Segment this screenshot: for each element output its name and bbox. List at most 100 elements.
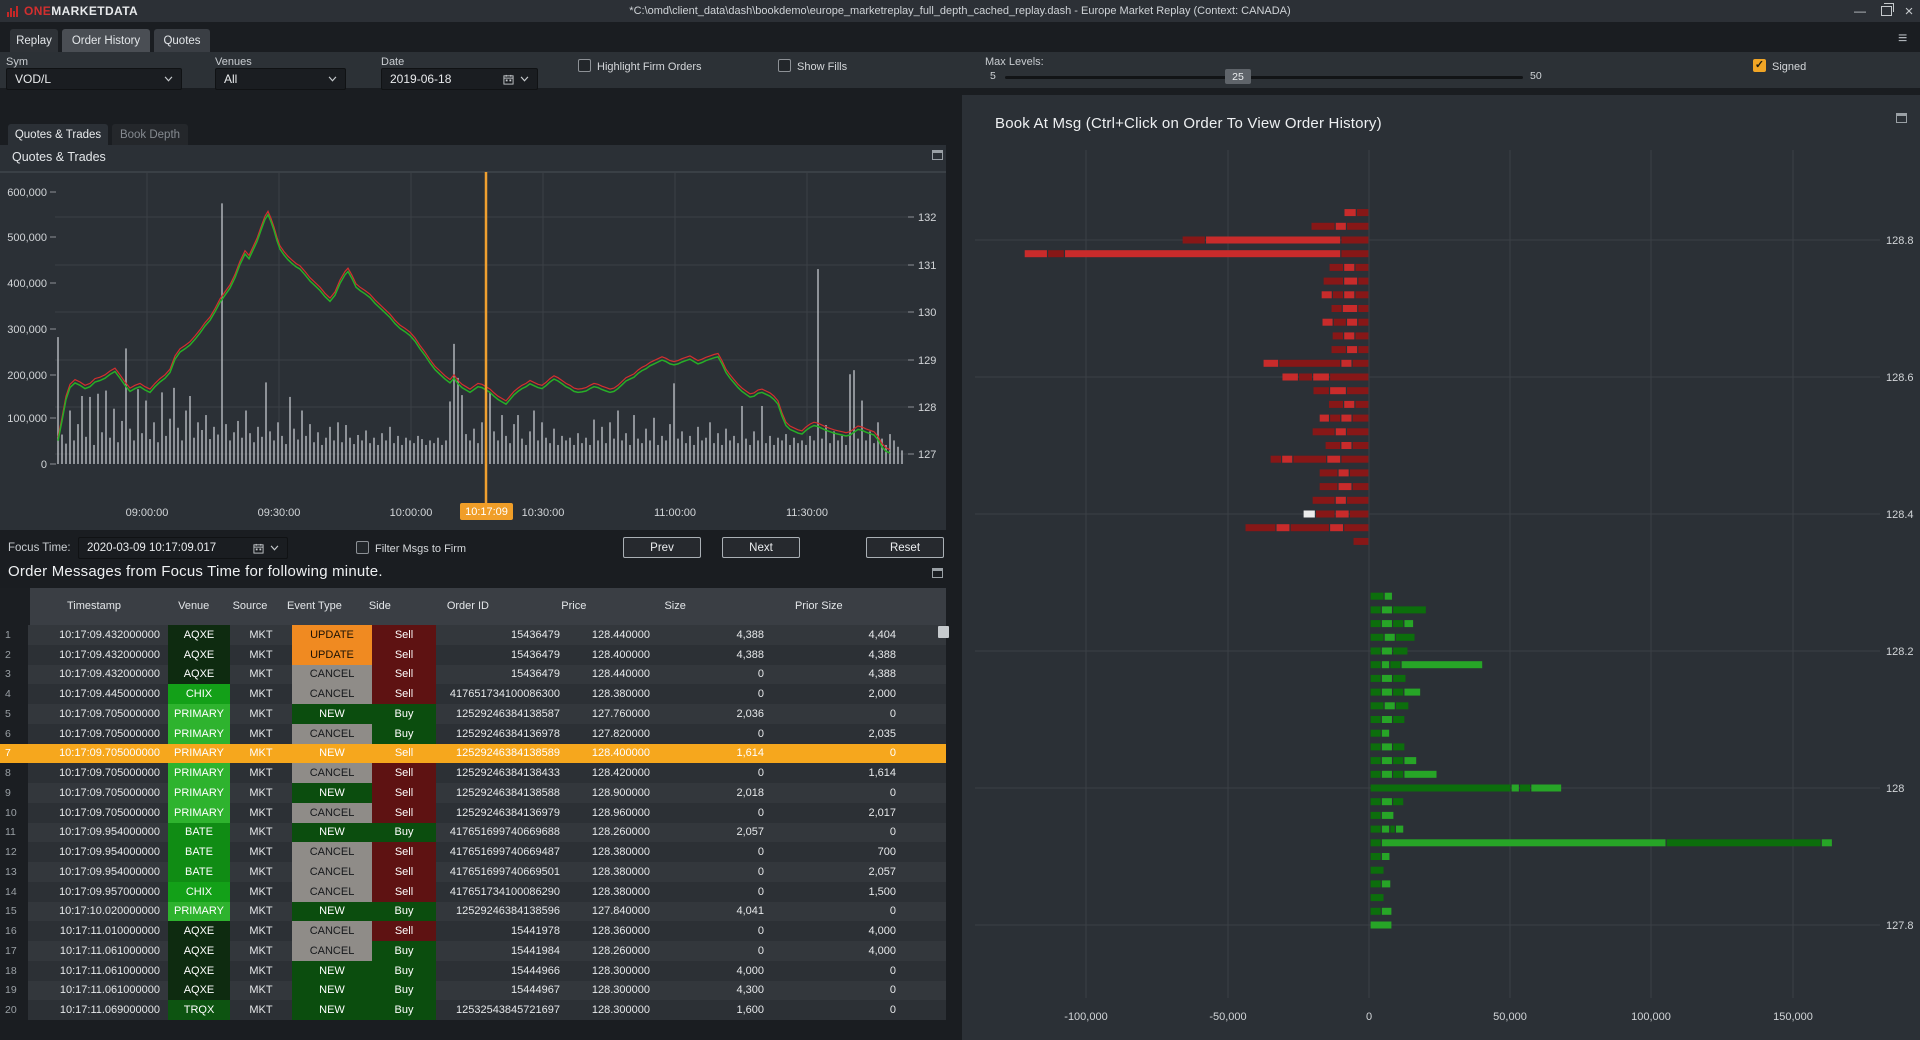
buy-order-segment[interactable] xyxy=(1371,620,1381,627)
col-header[interactable]: Price xyxy=(533,588,621,625)
buy-order-segment[interactable] xyxy=(1393,716,1404,723)
sell-order-segment[interactable] xyxy=(1344,291,1354,298)
sell-order-segment[interactable] xyxy=(1341,415,1351,422)
buy-order-segment[interactable] xyxy=(1382,812,1393,819)
restore-button[interactable] xyxy=(1875,0,1897,22)
buy-order-segment[interactable] xyxy=(1402,661,1483,668)
sell-order-segment[interactable] xyxy=(1025,250,1047,257)
buy-order-segment[interactable] xyxy=(1371,908,1381,915)
sell-order-segment[interactable] xyxy=(1048,250,1064,257)
sell-order-segment[interactable] xyxy=(1320,469,1338,476)
buy-order-segment[interactable] xyxy=(1371,853,1381,860)
buy-order-segment[interactable] xyxy=(1393,620,1403,627)
sell-order-segment[interactable] xyxy=(1183,237,1205,244)
buy-order-segment[interactable] xyxy=(1393,606,1426,613)
col-header[interactable]: Side xyxy=(351,588,409,625)
sell-order-segment[interactable] xyxy=(1341,360,1351,367)
buy-order-segment[interactable] xyxy=(1371,743,1381,750)
sell-order-segment[interactable] xyxy=(1282,374,1297,381)
buy-order-segment[interactable] xyxy=(1404,757,1416,764)
buy-order-segment[interactable] xyxy=(1382,826,1389,833)
table-row[interactable]: 2010:17:11.069000000TRQXMKTNEWBuy1253254… xyxy=(0,1000,946,1020)
buy-order-segment[interactable] xyxy=(1385,634,1395,641)
buy-order-segment[interactable] xyxy=(1371,730,1381,737)
buy-order-segment[interactable] xyxy=(1382,606,1392,613)
sell-order-segment[interactable] xyxy=(1353,442,1369,449)
tab-order-history[interactable]: Order History xyxy=(62,29,150,52)
buy-order-segment[interactable] xyxy=(1393,771,1403,778)
table-row[interactable]: 1510:17:10.020000000PRIMARYMKTNEWBuy1252… xyxy=(0,902,946,922)
table-row[interactable]: 1410:17:09.957000000CHIXMKTCANCELSell417… xyxy=(0,882,946,902)
buy-order-segment[interactable] xyxy=(1390,661,1400,668)
pop-out-icon[interactable] xyxy=(932,568,943,578)
buy-order-segment[interactable] xyxy=(1371,606,1381,613)
sell-order-segment[interactable] xyxy=(1336,428,1346,435)
focus-time-badge[interactable]: 10:17:09 xyxy=(460,503,513,520)
sell-order-segment[interactable] xyxy=(1293,456,1326,463)
table-row[interactable]: 1610:17:11.010000000AQXEMKTCANCELSell154… xyxy=(0,921,946,941)
menu-icon[interactable]: ≡ xyxy=(1898,30,1907,48)
sell-order-segment[interactable] xyxy=(1313,387,1328,394)
buy-order-segment[interactable] xyxy=(1382,689,1392,696)
buy-order-segment[interactable] xyxy=(1404,620,1413,627)
sell-order-segment[interactable] xyxy=(1291,524,1329,531)
buy-order-segment[interactable] xyxy=(1520,785,1530,792)
sell-order-segment[interactable] xyxy=(1356,291,1369,298)
buy-order-segment[interactable] xyxy=(1371,867,1384,874)
buy-order-segment[interactable] xyxy=(1371,675,1381,682)
sell-order-segment[interactable] xyxy=(1347,319,1357,326)
table-row[interactable]: 910:17:09.705000000PRIMARYMKTNEWSell1252… xyxy=(0,783,946,803)
col-header[interactable]: Timestamp xyxy=(30,588,165,625)
buy-order-segment[interactable] xyxy=(1371,880,1381,887)
table-row[interactable]: 110:17:09.432000000AQXEMKTUPDATESell1543… xyxy=(0,625,946,645)
sell-order-segment[interactable] xyxy=(1339,483,1352,490)
buy-order-segment[interactable] xyxy=(1393,757,1403,764)
sell-order-segment[interactable] xyxy=(1330,387,1346,394)
buy-order-segment[interactable] xyxy=(1382,853,1390,860)
sell-order-segment[interactable] xyxy=(1330,415,1340,422)
sell-order-segment[interactable] xyxy=(1356,332,1369,339)
prev-button[interactable]: Prev xyxy=(623,537,701,558)
sell-order-segment[interactable] xyxy=(1347,223,1368,230)
sell-order-segment[interactable] xyxy=(1246,524,1276,531)
table-row[interactable]: 1110:17:09.954000000BATEMKTNEWBuy4176516… xyxy=(0,823,946,843)
max-levels-slider[interactable] xyxy=(1005,76,1523,79)
buy-order-segment[interactable] xyxy=(1371,757,1381,764)
sell-order-segment[interactable] xyxy=(1322,291,1332,298)
buy-order-segment[interactable] xyxy=(1371,634,1384,641)
buy-order-segment[interactable] xyxy=(1371,812,1381,819)
sym-select[interactable]: VOD/L xyxy=(6,68,182,90)
buy-order-segment[interactable] xyxy=(1382,661,1389,668)
buy-order-segment[interactable] xyxy=(1393,743,1404,750)
sell-order-segment[interactable] xyxy=(1336,497,1346,504)
sell-order-segment[interactable] xyxy=(1264,360,1279,367)
sell-order-segment[interactable] xyxy=(1350,511,1369,518)
sell-order-segment[interactable] xyxy=(1356,264,1369,271)
subtab-book-depth[interactable]: Book Depth xyxy=(112,124,188,145)
buy-order-segment[interactable] xyxy=(1371,894,1384,901)
buy-order-segment[interactable] xyxy=(1371,922,1392,929)
buy-order-segment[interactable] xyxy=(1393,675,1405,682)
sell-order-segment[interactable] xyxy=(1347,497,1368,504)
pop-out-icon[interactable] xyxy=(1896,113,1907,123)
buy-order-segment[interactable] xyxy=(1371,839,1381,846)
buy-order-segment[interactable] xyxy=(1371,689,1381,696)
next-button[interactable]: Next xyxy=(722,537,800,558)
buy-order-segment[interactable] xyxy=(1382,675,1392,682)
buy-order-segment[interactable] xyxy=(1382,771,1392,778)
sell-order-segment[interactable] xyxy=(1323,319,1333,326)
buy-order-segment[interactable] xyxy=(1371,826,1381,833)
table-row[interactable]: 1910:17:11.061000000AQXEMKTNEWBuy1544496… xyxy=(0,981,946,1001)
date-picker[interactable]: 2019-06-18 xyxy=(381,68,538,90)
buy-order-segment[interactable] xyxy=(1382,730,1389,737)
sell-order-segment[interactable] xyxy=(1358,305,1368,312)
sell-order-segment[interactable] xyxy=(1330,524,1343,531)
sell-order-segment[interactable] xyxy=(1332,305,1342,312)
sell-order-segment[interactable] xyxy=(1332,346,1346,353)
buy-order-segment[interactable] xyxy=(1385,702,1395,709)
sell-order-segment[interactable] xyxy=(1358,319,1368,326)
max-levels-slider-handle[interactable]: 25 xyxy=(1225,69,1251,84)
filter-msgs-to-firm-checkbox[interactable] xyxy=(356,541,369,554)
venues-select[interactable]: All xyxy=(215,68,346,90)
sell-order-segment[interactable] xyxy=(1336,511,1349,518)
